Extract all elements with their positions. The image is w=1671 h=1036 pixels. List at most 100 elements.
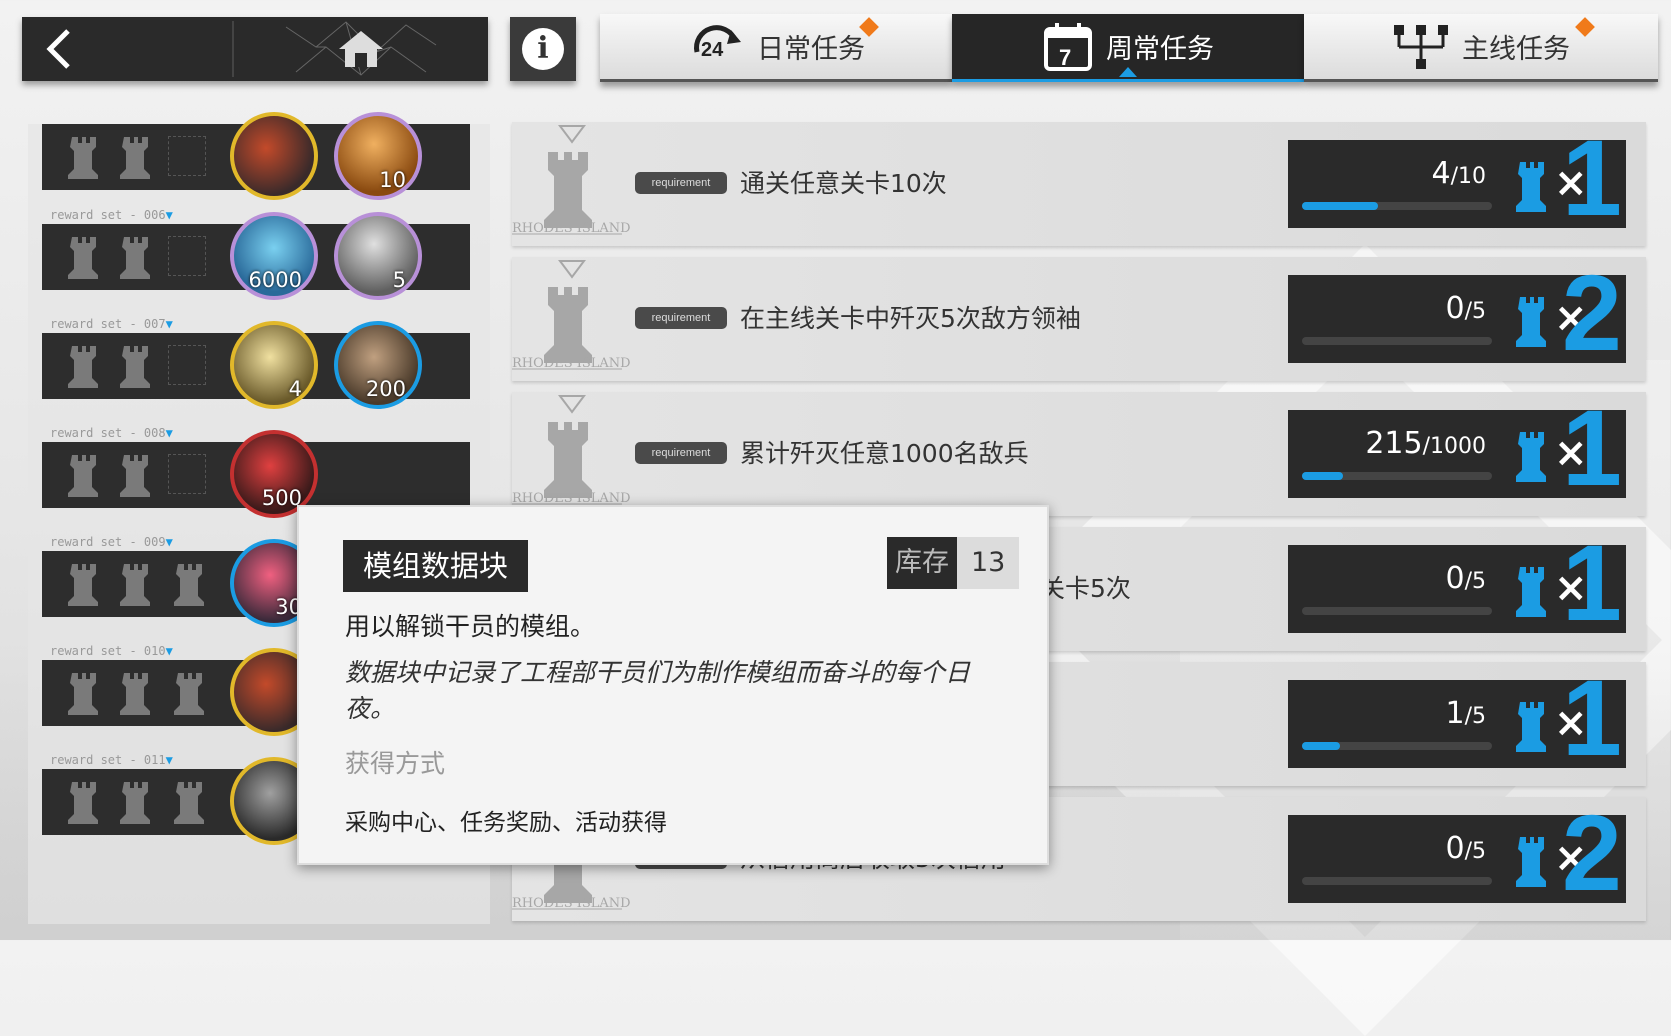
svg-text:RHODES ISLAND: RHODES ISLAND bbox=[512, 221, 631, 236]
progress-bar bbox=[1302, 607, 1492, 615]
rook-icon bbox=[174, 782, 204, 824]
rook-icon bbox=[120, 673, 150, 715]
multiplier-value: 1 bbox=[1561, 657, 1622, 778]
reward-module-block[interactable] bbox=[230, 112, 318, 200]
reward-set-label: reward set - 006▼ bbox=[50, 208, 173, 222]
requirement-tag: requirement bbox=[635, 307, 727, 329]
rook-icon bbox=[1516, 297, 1546, 347]
popup-title: 模组数据块 bbox=[343, 540, 529, 592]
multiplier-value: 1 bbox=[1561, 387, 1622, 508]
progress-bar bbox=[1302, 877, 1492, 885]
empty-slot bbox=[168, 136, 206, 176]
task-row[interactable]: RHODES ISLAND requirement 在主线关卡中歼灭5次敌方领袖 0/… bbox=[512, 257, 1646, 381]
empty-slot bbox=[168, 236, 206, 276]
progress-bar bbox=[1302, 742, 1492, 750]
progress-count: 4/10 bbox=[1431, 156, 1486, 191]
reward-count: 5 bbox=[392, 268, 406, 292]
rook-icon bbox=[1516, 567, 1546, 617]
task-progress: 0/5 × 2 bbox=[1288, 799, 1626, 907]
reward-count: 6000 bbox=[248, 268, 302, 292]
progress-bar-fill bbox=[1302, 202, 1378, 210]
reward-lmd[interactable]: 6000 bbox=[230, 212, 318, 300]
rook-icon bbox=[68, 564, 98, 606]
reward-count: 500 bbox=[261, 486, 302, 510]
rook-icon bbox=[1516, 702, 1546, 752]
task-row[interactable]: RHODES ISLAND requirement 累计歼灭任意1000名敌兵 215… bbox=[512, 392, 1646, 516]
task-row[interactable]: RHODES ISLAND requirement 通关任意关卡10次 4/10 × 1 bbox=[512, 122, 1646, 246]
tab-main-label: 主线任务 bbox=[1462, 34, 1570, 65]
reward-count: 200 bbox=[365, 377, 406, 401]
multiplier-value: 1 bbox=[1561, 117, 1622, 238]
back-button[interactable] bbox=[22, 17, 212, 81]
tree-icon bbox=[1394, 24, 1448, 69]
tab-main[interactable]: 主线任务 bbox=[1304, 14, 1658, 82]
tab-daily[interactable]: 24 日常任务 bbox=[600, 14, 952, 82]
rhodes-island-logo: RHODES ISLAND bbox=[512, 260, 631, 371]
reward-count: 4 bbox=[288, 377, 302, 401]
multiplier-value: 1 bbox=[1561, 522, 1622, 643]
progress-bar-fill bbox=[1302, 472, 1343, 480]
back-arrow-icon bbox=[46, 29, 70, 69]
requirement-tag: requirement bbox=[635, 172, 727, 194]
task-progress: 1/5 × 1 bbox=[1288, 664, 1626, 772]
reward-multiplier: × 2 bbox=[1498, 259, 1626, 367]
rook-icon bbox=[120, 455, 150, 497]
progress-count: 0/5 bbox=[1445, 291, 1486, 326]
calendar-7-icon: 7 bbox=[1044, 22, 1092, 71]
svg-text:RHODES ISLAND: RHODES ISLAND bbox=[512, 356, 631, 371]
progress-count: 215/1000 bbox=[1365, 426, 1486, 461]
task-description: 通关任意关卡10次 bbox=[740, 169, 947, 198]
popup-flavor-text: 数据块中记录了工程部干员们为制作模组而奋斗的每个日夜。 bbox=[345, 658, 971, 723]
rook-icon bbox=[1516, 162, 1546, 212]
reward-gold-bar[interactable]: 10 bbox=[334, 112, 422, 200]
tab-weekly-label: 周常任务 bbox=[1106, 34, 1214, 65]
rook-icon bbox=[174, 673, 204, 715]
rook-icon bbox=[1516, 837, 1546, 887]
reward-row-005: 10 bbox=[42, 112, 470, 200]
stock-value: 13 bbox=[957, 537, 1020, 589]
reward-row-008: 500 bbox=[42, 430, 470, 518]
task-progress: 215/1000 × 1 bbox=[1288, 394, 1626, 502]
item-detail-popup[interactable]: 模组数据块 库存 13 用以解锁干员的模组。 数据块中记录了工程部干员们为制作模… bbox=[297, 505, 1049, 865]
progress-bar-fill bbox=[1302, 742, 1340, 750]
top-nav-bar bbox=[22, 17, 488, 81]
rook-icon bbox=[68, 673, 98, 715]
reward-hex-nut[interactable]: 200 bbox=[334, 321, 422, 409]
task-progress: 4/10 × 1 bbox=[1288, 124, 1626, 232]
24h-refresh-icon: 24 bbox=[694, 24, 741, 61]
tab-weekly[interactable]: 7 周常任务 bbox=[952, 14, 1304, 82]
home-button[interactable] bbox=[234, 17, 488, 81]
svg-text:24: 24 bbox=[701, 39, 724, 61]
rook-icon bbox=[68, 455, 98, 497]
reward-set-label: reward set - 007▼ bbox=[50, 317, 173, 331]
rook-icon bbox=[68, 237, 98, 279]
rook-icon bbox=[68, 137, 98, 179]
reward-exp-card[interactable]: 4 bbox=[230, 321, 318, 409]
tab-daily-label: 日常任务 bbox=[757, 34, 865, 65]
rook-icon bbox=[120, 237, 150, 279]
rook-icon bbox=[120, 782, 150, 824]
rook-icon bbox=[120, 346, 150, 388]
active-tab-indicator bbox=[1119, 67, 1137, 77]
progress-bar bbox=[1302, 202, 1492, 210]
reward-silver-chip[interactable]: 5 bbox=[334, 212, 422, 300]
home-icon bbox=[339, 31, 383, 67]
task-description: 在主线关卡中歼灭5次敌方领袖 bbox=[740, 304, 1081, 333]
task-progress: 0/5 × 1 bbox=[1288, 529, 1626, 637]
stock-label: 库存 bbox=[887, 537, 957, 589]
task-tabs: 24 日常任务 7 周常任务 主线任务 bbox=[600, 14, 1658, 82]
rhodes-island-logo: RHODES ISLAND bbox=[512, 125, 631, 236]
reward-row-006: 6000 5 bbox=[42, 212, 470, 300]
reward-set-label: reward set - 009▼ bbox=[50, 535, 173, 549]
progress-count: 0/5 bbox=[1445, 561, 1486, 596]
reward-multiplier: × 1 bbox=[1498, 529, 1626, 637]
rook-icon bbox=[120, 564, 150, 606]
info-button[interactable]: i bbox=[510, 17, 576, 81]
multiplier-value: 2 bbox=[1561, 792, 1622, 913]
reward-set-label: reward set - 011▼ bbox=[50, 753, 173, 767]
obtain-methods: 采购中心、任务奖励、活动获得 bbox=[345, 810, 667, 836]
reward-set-label: reward set - 010▼ bbox=[50, 644, 173, 658]
rook-icon bbox=[1516, 432, 1546, 482]
svg-text:RHODES ISLAND: RHODES ISLAND bbox=[512, 491, 631, 506]
popup-description: 用以解锁干员的模组。 bbox=[345, 612, 596, 641]
